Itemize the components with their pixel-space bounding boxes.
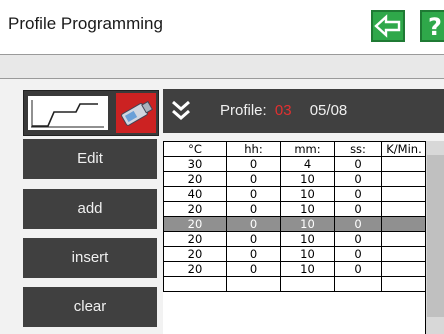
table-row[interactable]: 20 0 10 0: [163, 216, 427, 232]
table-cell[interactable]: [280, 276, 335, 292]
table-cell[interactable]: 0: [226, 261, 281, 277]
insert-button[interactable]: insert: [23, 238, 157, 278]
table-cell[interactable]: 0: [334, 231, 382, 247]
page-title: Profile Programming: [8, 14, 163, 33]
table-cell[interactable]: 0: [334, 216, 382, 232]
table-cell[interactable]: 0: [334, 186, 382, 202]
column-header-hours: hh:: [226, 141, 281, 157]
table-cell[interactable]: [381, 156, 427, 172]
table-cell[interactable]: 0: [226, 186, 281, 202]
table-cell[interactable]: 20: [163, 201, 227, 217]
profile-label: Profile:: [220, 102, 267, 119]
back-arrow-icon: [374, 14, 401, 38]
table-cell[interactable]: 0: [334, 201, 382, 217]
usb-box[interactable]: [116, 93, 156, 133]
table-header-row: °C hh: mm: ss: K/Min.: [163, 141, 427, 157]
help-icon: ?: [428, 13, 442, 41]
table-row[interactable]: 20 0 10 0: [163, 171, 427, 187]
table-cell[interactable]: 20: [163, 171, 227, 187]
back-button[interactable]: [371, 10, 405, 42]
add-button[interactable]: add: [23, 189, 157, 229]
table-cell[interactable]: 10: [280, 231, 335, 247]
table-cell[interactable]: [381, 216, 427, 232]
table-cell[interactable]: 20: [163, 261, 227, 277]
table-cell[interactable]: 10: [280, 201, 335, 217]
temperature-profile-icon[interactable]: [28, 96, 108, 130]
table-cell[interactable]: 0: [334, 171, 382, 187]
table-row[interactable]: 20 0 10 0: [163, 201, 427, 217]
table-cell[interactable]: [381, 231, 427, 247]
table-cell[interactable]: 0: [226, 171, 281, 187]
table-cell[interactable]: 20: [163, 246, 227, 262]
column-header-seconds: ss:: [334, 141, 382, 157]
profile-table: °C hh: mm: ss: K/Min. 30 0 4 0 20 0 10 0 40 0 10 0 2…: [163, 141, 444, 334]
table-cell[interactable]: 0: [334, 261, 382, 277]
table-cell[interactable]: 0: [226, 216, 281, 232]
table-cell[interactable]: 0: [226, 201, 281, 217]
table-cell[interactable]: 10: [280, 171, 335, 187]
table-cell[interactable]: 40: [163, 186, 227, 202]
chevron-down-icon[interactable]: [171, 99, 191, 121]
usb-stick-icon: [121, 100, 154, 126]
column-header-rate: K/Min.: [381, 141, 427, 157]
table-cell[interactable]: 10: [280, 186, 335, 202]
table-scrollbar[interactable]: [425, 141, 444, 334]
table-cell[interactable]: [226, 276, 281, 292]
table-cell[interactable]: [381, 261, 427, 277]
table-cell[interactable]: 0: [334, 246, 382, 262]
help-button[interactable]: ?: [420, 10, 444, 42]
column-header-minutes: mm:: [280, 141, 335, 157]
column-header-temp: °C: [163, 141, 227, 157]
clear-button[interactable]: clear: [23, 287, 157, 327]
table-cell[interactable]: [381, 201, 427, 217]
table-row[interactable]: 20 0 10 0: [163, 246, 427, 262]
table-cell[interactable]: 20: [163, 231, 227, 247]
table-cell[interactable]: [381, 276, 427, 292]
profile-steps-table: °C hh: mm: ss: K/Min. 30 0 4 0 20 0 10 0 40 0 10 0 2…: [163, 141, 427, 292]
table-cell[interactable]: 10: [280, 261, 335, 277]
table-cell[interactable]: 0: [334, 156, 382, 172]
toolbar-strip: [0, 55, 444, 79]
table-cell[interactable]: [381, 246, 427, 262]
table-cell[interactable]: 10: [280, 216, 335, 232]
table-row[interactable]: [163, 276, 427, 292]
table-cell[interactable]: 20: [163, 216, 227, 232]
profile-info: Profile: 03 05/08: [220, 102, 347, 119]
profile-count: 05/08: [309, 102, 348, 119]
table-cell[interactable]: 0: [226, 246, 281, 262]
scroll-thumb[interactable]: [427, 155, 444, 317]
table-cell[interactable]: [381, 171, 427, 187]
table-cell[interactable]: [381, 186, 427, 202]
table-cell[interactable]: 10: [280, 246, 335, 262]
table-row[interactable]: 40 0 10 0: [163, 186, 427, 202]
table-row[interactable]: 20 0 10 0: [163, 261, 427, 277]
table-cell[interactable]: 0: [226, 231, 281, 247]
edit-button[interactable]: Edit: [23, 139, 157, 179]
profile-number: 03: [274, 102, 292, 119]
mode-icons-panel: [23, 90, 159, 136]
table-cell[interactable]: 4: [280, 156, 335, 172]
table-cell[interactable]: 30: [163, 156, 227, 172]
profile-header: Profile: 03 05/08: [163, 89, 444, 133]
table-row[interactable]: 30 0 4 0: [163, 156, 427, 172]
title-bar: Profile Programming ?: [0, 0, 444, 55]
table-cell[interactable]: [163, 276, 227, 292]
table-cell[interactable]: 0: [226, 156, 281, 172]
table-row[interactable]: 20 0 10 0: [163, 231, 427, 247]
table-cell[interactable]: [334, 276, 382, 292]
